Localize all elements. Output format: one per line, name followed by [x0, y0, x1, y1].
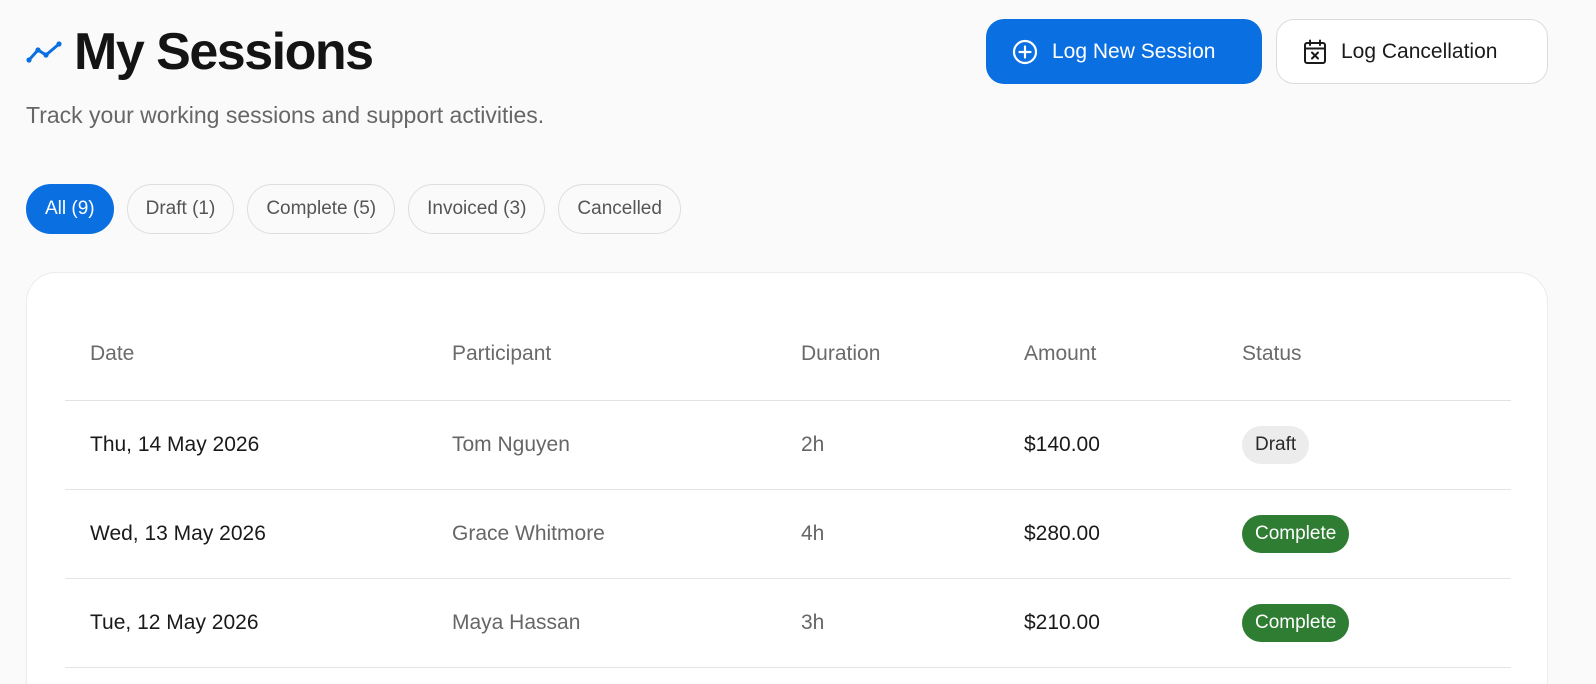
sessions-table: Date Participant Duration Amount Status … [65, 273, 1511, 668]
cell-status: Complete [1242, 515, 1511, 553]
status-filter-chips: All (9) Draft (1) Complete (5) Invoiced … [26, 184, 681, 234]
cell-amount: $140.00 [1024, 433, 1100, 456]
table-row[interactable]: Tue, 12 May 2026 Maya Hassan 3h $210.00 … [65, 579, 1511, 668]
status-badge: Draft [1242, 426, 1310, 464]
table-header: Date Participant Duration Amount Status [65, 273, 1511, 401]
log-new-session-label: Log New Session [1052, 39, 1216, 63]
filter-chip-cancelled[interactable]: Cancelled [558, 184, 681, 234]
page-title: My Sessions [74, 23, 374, 81]
plus-circle-icon [1012, 39, 1038, 65]
status-badge: Complete [1242, 604, 1350, 642]
sessions-card: Date Participant Duration Amount Status … [26, 272, 1548, 684]
cell-duration: 2h [801, 433, 825, 456]
filter-chip-invoiced[interactable]: Invoiced (3) [408, 184, 546, 234]
table-row[interactable]: Wed, 13 May 2026 Grace Whitmore 4h $280.… [65, 490, 1511, 579]
column-header-participant[interactable]: Participant [452, 342, 801, 366]
cell-date: Tue, 12 May 2026 [90, 611, 259, 634]
log-cancellation-button[interactable]: Log Cancellation [1276, 19, 1548, 84]
cell-participant: Maya Hassan [452, 611, 581, 634]
log-new-session-button[interactable]: Log New Session [986, 19, 1262, 84]
filter-chip-complete[interactable]: Complete (5) [247, 184, 396, 234]
calendar-x-icon [1303, 39, 1327, 65]
column-header-duration[interactable]: Duration [801, 342, 1024, 366]
page-subtitle: Track your working sessions and support … [26, 102, 545, 128]
column-header-amount[interactable]: Amount [1024, 342, 1242, 366]
cell-amount: $280.00 [1024, 522, 1100, 545]
status-badge: Complete [1242, 515, 1350, 553]
cell-duration: 3h [801, 611, 825, 634]
cell-amount: $210.00 [1024, 611, 1100, 634]
column-header-date[interactable]: Date [65, 342, 452, 366]
page-header: My Sessions [26, 22, 374, 82]
cell-date: Wed, 13 May 2026 [90, 522, 266, 545]
header-actions: Log New Session Log Cancellation [986, 19, 1548, 84]
cell-participant: Grace Whitmore [452, 522, 605, 545]
cell-duration: 4h [801, 522, 825, 545]
cell-status: Complete [1242, 604, 1511, 642]
filter-chip-all[interactable]: All (9) [26, 184, 114, 234]
page: My Sessions Track your working sessions … [0, 0, 1596, 684]
cell-date: Thu, 14 May 2026 [90, 433, 260, 456]
log-cancellation-label: Log Cancellation [1341, 39, 1498, 63]
column-header-status[interactable]: Status [1242, 342, 1511, 366]
filter-chip-draft[interactable]: Draft (1) [126, 184, 235, 234]
cell-participant: Tom Nguyen [452, 433, 570, 456]
cell-status: Draft [1242, 426, 1511, 464]
trend-line-icon [26, 40, 62, 64]
table-row[interactable]: Thu, 14 May 2026 Tom Nguyen 2h $140.00 D… [65, 401, 1511, 490]
